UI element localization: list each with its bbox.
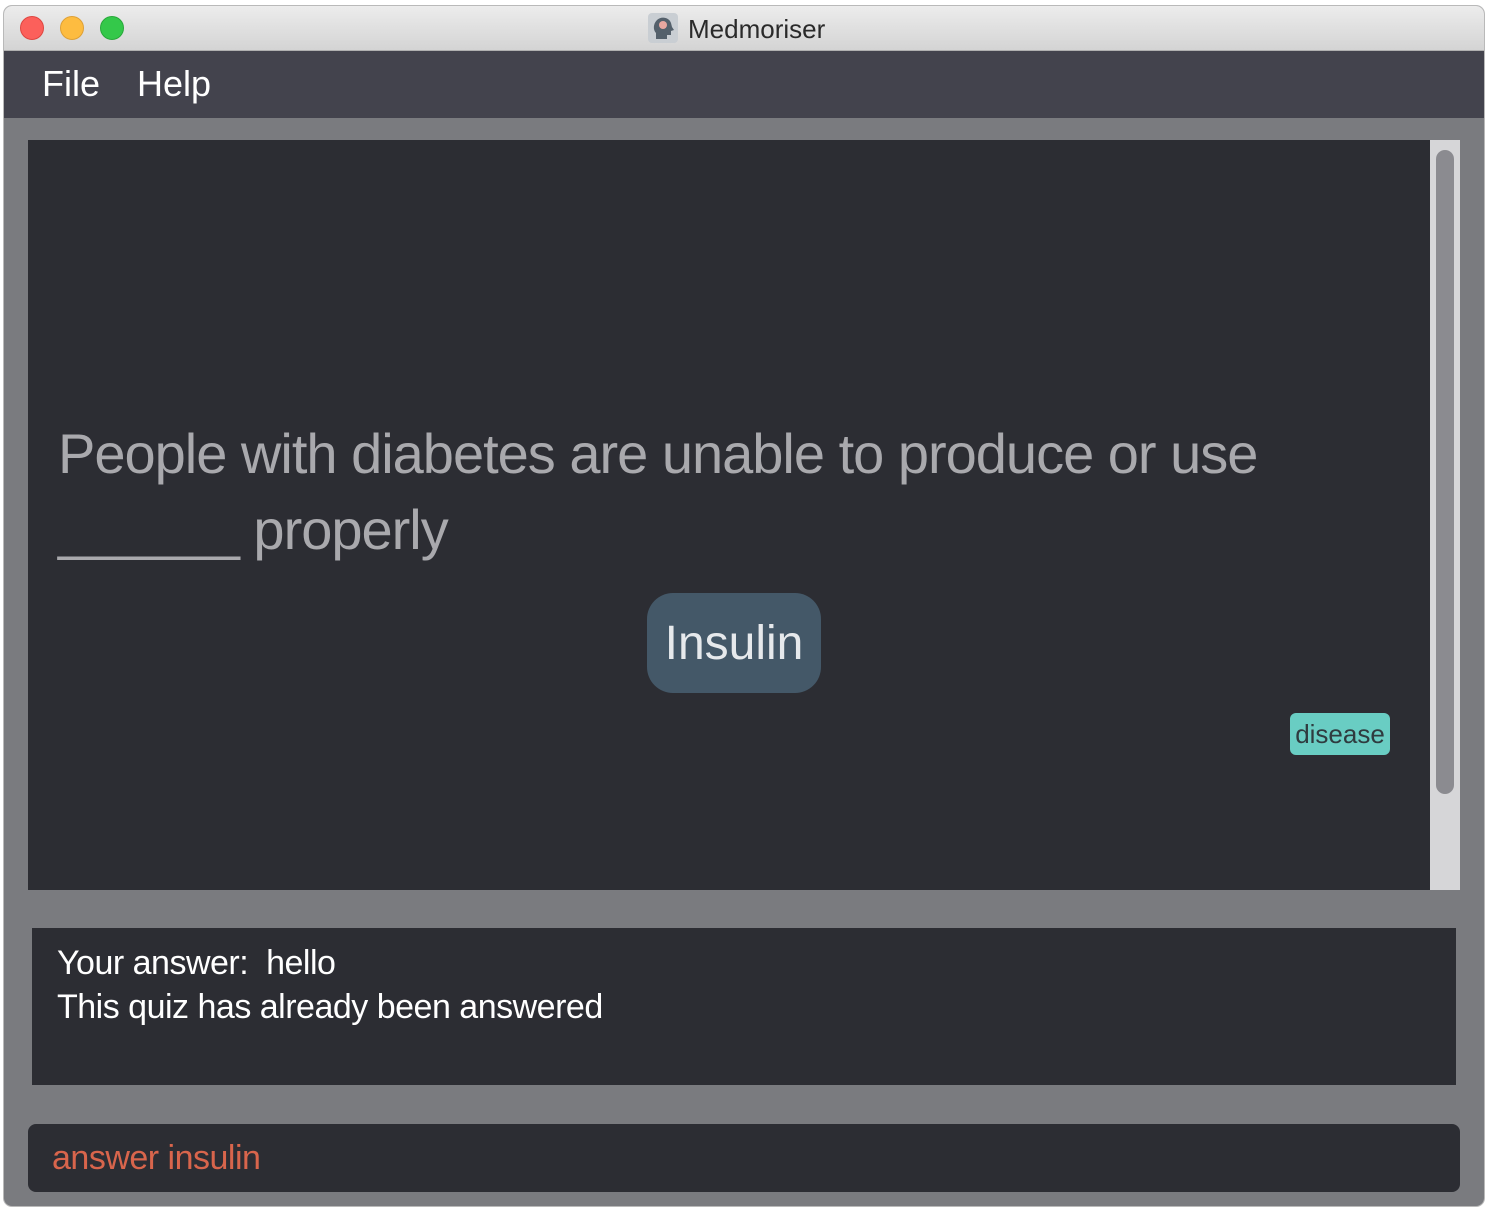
menu-help[interactable]: Help xyxy=(137,63,211,105)
quiz-answer-label: Insulin xyxy=(647,593,821,693)
close-window-button[interactable] xyxy=(20,16,44,40)
minimize-window-button[interactable] xyxy=(60,16,84,40)
menu-file[interactable]: File xyxy=(42,63,100,105)
head-with-brain-icon xyxy=(648,13,678,43)
tag-badge: disease xyxy=(1290,713,1390,755)
quiz-scrollbar[interactable] xyxy=(1430,140,1460,890)
menu-bar: File Help xyxy=(4,51,1484,118)
command-input[interactable] xyxy=(52,1124,1442,1192)
title-bar[interactable]: Medmoriser xyxy=(4,6,1484,51)
command-box xyxy=(28,1124,1460,1192)
quiz-question: People with diabetes are unable to produ… xyxy=(58,422,1258,561)
your-answer-text: Your answer: hello xyxy=(57,944,336,982)
result-panel: Your answer: hello This quiz has already… xyxy=(32,928,1456,1085)
scrollbar-thumb[interactable] xyxy=(1436,150,1454,794)
result-status-text: This quiz has already been answered xyxy=(57,988,603,1026)
maximize-window-button[interactable] xyxy=(100,16,124,40)
quiz-card: People with diabetes are unable to produ… xyxy=(28,140,1430,890)
window-title: Medmoriser xyxy=(688,14,826,44)
app-window: Medmoriser File Help People with diabete… xyxy=(4,6,1484,1206)
